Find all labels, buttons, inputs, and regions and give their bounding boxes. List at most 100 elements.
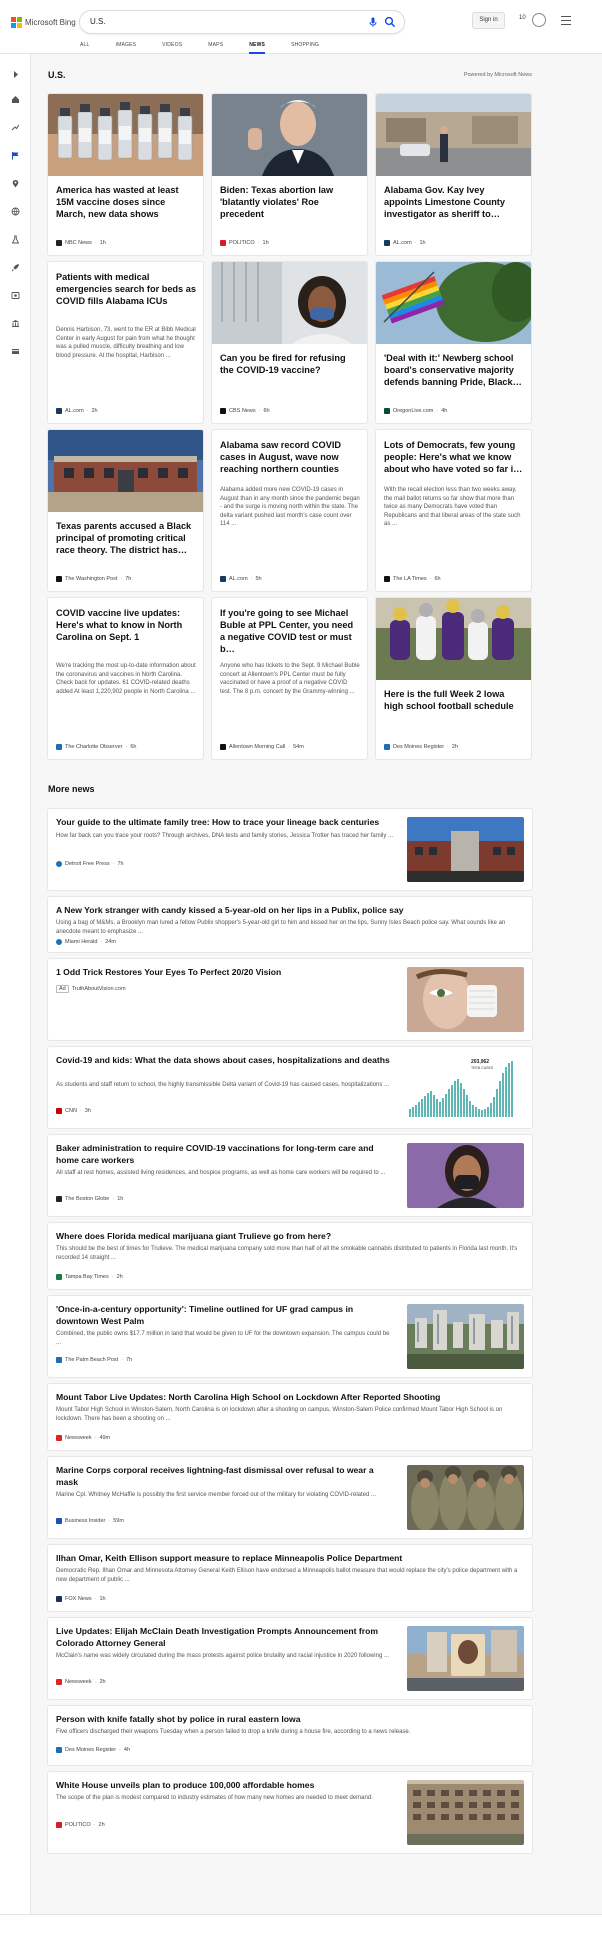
item-source[interactable]: Business Insider · 59m — [56, 1518, 124, 1524]
item-source[interactable]: Detroit Free Press · 7h — [56, 861, 124, 867]
card-source[interactable]: The Charlotte Observer · 6h — [56, 744, 136, 750]
card-source[interactable]: The Washington Post · 7h — [56, 576, 131, 582]
list-item[interactable]: Marine Corps corporal receives lightning… — [48, 1457, 532, 1538]
news-card[interactable]: COVID vaccine live updates: Here's what … — [48, 598, 203, 759]
news-card[interactable]: 'Deal with it:' Newberg school board's c… — [376, 262, 531, 423]
news-card[interactable]: Biden: Texas abortion law 'blatantly vio… — [212, 94, 367, 255]
item-source[interactable]: The Boston Globe · 1h — [56, 1196, 123, 1202]
card-title[interactable]: Lots of Democrats, few young people: Her… — [384, 439, 524, 475]
card-source[interactable]: AL.com · 5h — [220, 576, 262, 582]
item-source[interactable]: Miami Herald · 24m — [56, 939, 116, 945]
item-title[interactable]: A New York stranger with candy kissed a … — [56, 905, 524, 917]
item-source[interactable]: FOX News · 1h — [56, 1596, 106, 1602]
bing-logo[interactable]: Microsoft Bing — [11, 16, 76, 28]
science-flask-icon[interactable] — [11, 235, 20, 244]
list-item[interactable]: White House unveils plan to produce 100,… — [48, 1772, 532, 1853]
rewards-trophy-icon[interactable] — [532, 13, 546, 27]
news-card[interactable]: Can you be fired for refusing the COVID-… — [212, 262, 367, 423]
card-source[interactable]: Des Moines Register · 2h — [384, 744, 458, 750]
sign-in-button[interactable]: Sign in — [472, 12, 505, 29]
card-title[interactable]: 'Deal with it:' Newberg school board's c… — [384, 352, 524, 388]
list-item[interactable]: A New York stranger with candy kissed a … — [48, 897, 532, 952]
list-item[interactable]: Mount Tabor Live Updates: North Carolina… — [48, 1384, 532, 1450]
item-title[interactable]: Ilhan Omar, Keith Ellison support measur… — [56, 1553, 524, 1565]
item-title[interactable]: Live Updates: Elijah McClain Death Inves… — [56, 1626, 396, 1649]
card-title[interactable]: Alabama saw record COVID cases in August… — [220, 439, 360, 475]
globe-icon[interactable] — [11, 207, 20, 216]
news-card[interactable]: Alabama saw record COVID cases in August… — [212, 430, 367, 591]
item-source[interactable]: Ad TruthAboutVision.com — [56, 985, 126, 993]
card-source[interactable]: POLITICO · 1h — [220, 240, 269, 246]
card-title[interactable]: Texas parents accused a Black principal … — [56, 520, 196, 556]
news-card[interactable]: America has wasted at least 15M vaccine … — [48, 94, 203, 255]
item-source[interactable]: Des Moines Register · 4h — [56, 1747, 130, 1753]
search-icon[interactable] — [384, 16, 396, 28]
expand-arrow-icon[interactable] — [11, 70, 20, 79]
card-title[interactable]: COVID vaccine live updates: Here's what … — [56, 607, 196, 643]
rocket-icon[interactable] — [11, 263, 20, 272]
card-source[interactable]: AL.com · 2h — [56, 408, 98, 414]
item-title[interactable]: Covid-19 and kids: What the data shows a… — [56, 1055, 396, 1067]
card-source[interactable]: CBS News · 6h — [220, 408, 270, 414]
item-title[interactable]: Mount Tabor Live Updates: North Carolina… — [56, 1392, 524, 1404]
card-icon[interactable] — [11, 347, 20, 356]
news-card[interactable]: If you're going to see Michael Buble at … — [212, 598, 367, 759]
powered-by-label[interactable]: Powered by Microsoft News — [464, 72, 532, 78]
list-item[interactable]: Person with knife fatally shot by police… — [48, 1706, 532, 1765]
tab-news[interactable]: NEWS — [249, 41, 265, 54]
card-title[interactable]: Patients with medical emergencies search… — [56, 271, 196, 307]
tab-images[interactable]: IMAGES — [116, 41, 137, 54]
list-item[interactable]: Your guide to the ultimate family tree: … — [48, 809, 532, 890]
item-source[interactable]: Newsweek · 49m — [56, 1435, 110, 1441]
list-item[interactable]: Ilhan Omar, Keith Ellison support measur… — [48, 1545, 532, 1611]
item-source[interactable]: The Palm Beach Post · 7h — [56, 1357, 132, 1363]
location-pin-icon[interactable] — [11, 179, 20, 188]
rewards-count[interactable]: 10 — [519, 15, 526, 21]
card-title[interactable]: Can you be fired for refusing the COVID-… — [220, 352, 360, 376]
microphone-icon[interactable] — [367, 16, 379, 28]
trending-icon[interactable] — [11, 123, 20, 132]
card-source[interactable]: OregonLive.com · 4h — [384, 408, 447, 414]
item-title[interactable]: Your guide to the ultimate family tree: … — [56, 817, 396, 829]
card-source[interactable]: The LA Times · 6h — [384, 576, 441, 582]
card-title[interactable]: Biden: Texas abortion law 'blatantly vio… — [220, 184, 360, 220]
news-card[interactable]: Lots of Democrats, few young people: Her… — [376, 430, 531, 591]
card-title[interactable]: America has wasted at least 15M vaccine … — [56, 184, 196, 220]
item-source[interactable]: CNN · 3h — [56, 1108, 91, 1114]
film-icon[interactable] — [11, 291, 20, 300]
search-box[interactable]: U.S. — [80, 11, 404, 33]
money-icon[interactable] — [11, 319, 20, 328]
news-card[interactable]: Alabama Gov. Kay Ivey appoints Limestone… — [376, 94, 531, 255]
news-card[interactable]: Texas parents accused a Black principal … — [48, 430, 203, 591]
card-source[interactable]: Allentown Morning Call · 54m — [220, 744, 304, 750]
list-item[interactable]: 1 Odd Trick Restores Your Eyes To Perfec… — [48, 959, 532, 1040]
tab-shopping[interactable]: SHOPPING — [291, 41, 319, 54]
item-title[interactable]: Baker administration to require COVID-19… — [56, 1143, 396, 1166]
home-icon[interactable] — [11, 95, 20, 104]
card-title[interactable]: Alabama Gov. Kay Ivey appoints Limestone… — [384, 184, 524, 220]
news-card[interactable]: Here is the full Week 2 Iowa high school… — [376, 598, 531, 759]
tab-videos[interactable]: VIDEOS — [162, 41, 182, 54]
hamburger-menu-icon[interactable] — [561, 16, 571, 25]
us-flag-icon[interactable] — [11, 151, 20, 160]
card-source[interactable]: NBC News · 1h — [56, 240, 106, 246]
list-item[interactable]: Where does Florida medical marijuana gia… — [48, 1223, 532, 1289]
card-title[interactable]: Here is the full Week 2 Iowa high school… — [384, 688, 524, 712]
item-title[interactable]: Person with knife fatally shot by police… — [56, 1714, 524, 1726]
item-title[interactable]: 'Once-in-a-century opportunity': Timelin… — [56, 1304, 396, 1327]
list-item[interactable]: Live Updates: Elijah McClain Death Inves… — [48, 1618, 532, 1699]
list-item[interactable]: 'Once-in-a-century opportunity': Timelin… — [48, 1296, 532, 1377]
item-title[interactable]: 1 Odd Trick Restores Your Eyes To Perfec… — [56, 967, 396, 979]
item-title[interactable]: Where does Florida medical marijuana gia… — [56, 1231, 524, 1243]
item-title[interactable]: White House unveils plan to produce 100,… — [56, 1780, 396, 1792]
list-item[interactable]: Covid-19 and kids: What the data shows a… — [48, 1047, 532, 1128]
list-item[interactable]: Baker administration to require COVID-19… — [48, 1135, 532, 1216]
item-source[interactable]: Newsweek · 2h — [56, 1679, 106, 1685]
item-source[interactable]: Tampa Bay Times · 2h — [56, 1274, 123, 1280]
search-input[interactable]: U.S. — [90, 17, 106, 26]
tab-all[interactable]: ALL — [80, 41, 90, 54]
news-card[interactable]: Patients with medical emergencies search… — [48, 262, 203, 423]
card-title[interactable]: If you're going to see Michael Buble at … — [220, 607, 360, 655]
tab-maps[interactable]: MAPS — [208, 41, 223, 54]
item-title[interactable]: Marine Corps corporal receives lightning… — [56, 1465, 396, 1488]
